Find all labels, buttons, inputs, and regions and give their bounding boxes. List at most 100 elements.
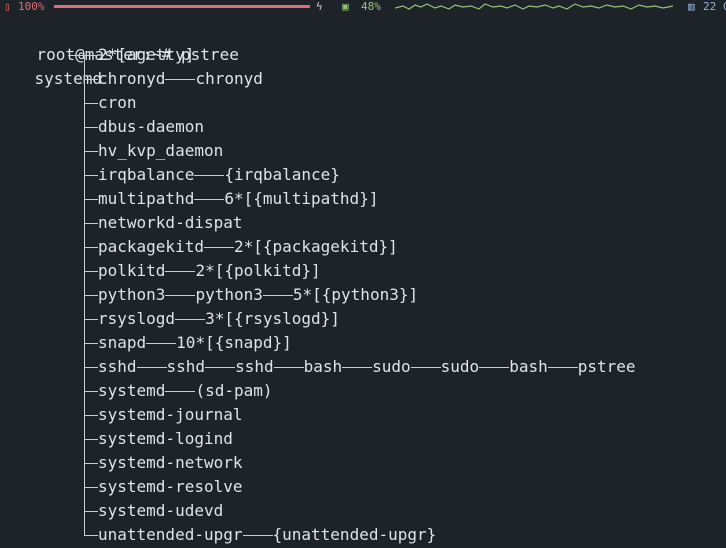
chain-connector: [273, 366, 304, 368]
process-row: systemd-resolve: [84, 475, 243, 499]
branch-connector: [84, 486, 98, 488]
process-name: polkitd: [98, 261, 166, 280]
root-connector: [68, 55, 84, 56]
memory-text: 22 C: [703, 0, 726, 13]
child-process-name: (sd-pam): [195, 381, 273, 400]
child-process-name: chronyd: [195, 69, 263, 88]
branch-connector: [84, 510, 98, 512]
branch-connector: [84, 390, 98, 392]
child-process-name: {irqbalance}: [224, 165, 340, 184]
process-row: dbus-daemon: [84, 115, 204, 139]
process-name: dbus-daemon: [98, 117, 204, 136]
process-row: sshd sshd sshd bash sudo sudo bash pstree: [84, 355, 636, 379]
chain-connector: [146, 342, 177, 344]
branch-connector: [84, 294, 98, 296]
process-row: systemd-network: [84, 451, 243, 475]
process-row: snapd 10*[{snapd}]: [84, 331, 292, 355]
process-row: systemd-journal: [84, 403, 243, 427]
cpu-chip-icon: ▣: [342, 0, 349, 13]
branch-connector: [84, 438, 98, 440]
branch-connector: [84, 150, 98, 152]
child-process-name: {unattended-upgr}: [272, 525, 437, 544]
process-name: unattended-upgr: [98, 525, 243, 544]
child-process-name: python3: [195, 285, 263, 304]
child-process-name: 3*[{rsyslogd}]: [205, 309, 340, 328]
battery-icon: ▯: [4, 0, 11, 13]
process-name: systemd-journal: [98, 405, 243, 424]
chain-connector: [194, 198, 225, 200]
battery-level-fill: [54, 5, 308, 8]
status-bar: ▯ 100% ϟ ▣ 48% ▥ 22 C: [0, 0, 726, 14]
process-row: 2*[agetty]: [84, 43, 194, 67]
battery-percent: 100%: [18, 0, 45, 13]
process-name: cron: [98, 93, 137, 112]
child-process-name: sshd: [235, 357, 274, 376]
child-process-name: sshd: [166, 357, 206, 376]
process-name: multipathd: [98, 189, 195, 208]
process-row: systemd-logind: [84, 427, 233, 451]
process-name: chronyd: [98, 69, 166, 88]
chain-connector: [479, 366, 510, 368]
branch-connector: [84, 270, 98, 272]
branch-connector: [84, 174, 98, 176]
child-process-name: 2*[{polkitd}]: [195, 261, 321, 280]
branch-connector: [84, 54, 98, 56]
branch-connector: [84, 318, 98, 320]
process-name: irqbalance: [98, 165, 195, 184]
chain-connector: [342, 366, 373, 368]
memory-icon: ▥: [688, 0, 695, 13]
process-name: systemd-network: [98, 453, 243, 472]
branch-connector: [84, 534, 98, 536]
branch-connector: [84, 126, 98, 128]
child-process-name: bash: [303, 357, 343, 376]
process-row: chronyd chronyd: [84, 67, 263, 91]
chain-connector: [242, 534, 273, 536]
process-row: cron: [84, 91, 137, 115]
process-row: systemd (sd-pam): [84, 379, 273, 403]
chain-connector: [205, 366, 236, 368]
process-row: rsyslogd 3*[{rsyslogd}]: [84, 307, 340, 331]
process-row: polkitd 2*[{polkitd}]: [84, 259, 321, 283]
child-process-name: sudo: [372, 357, 411, 376]
chain-connector: [203, 246, 234, 248]
child-process-name: 10*[{snapd}]: [176, 333, 292, 352]
cpu-percent: 48%: [361, 0, 381, 13]
process-name: systemd-udevd: [98, 501, 224, 520]
process-name: systemd-logind: [98, 429, 233, 448]
cpu-usage-graph: [395, 3, 673, 10]
lightning-icon: ϟ: [316, 0, 323, 13]
process-name: snapd: [98, 333, 147, 352]
process-row: python3 python3 5*[{python3}]: [84, 283, 418, 307]
chain-connector: [165, 294, 196, 296]
chain-connector: [547, 366, 578, 368]
branch-connector: [84, 414, 98, 416]
child-process-name: pstree: [577, 357, 636, 376]
branch-connector: [84, 102, 98, 104]
process-row: irqbalance {irqbalance}: [84, 163, 340, 187]
branch-connector: [84, 246, 98, 248]
process-name: rsyslogd: [98, 309, 176, 328]
process-name: systemd-resolve: [98, 477, 243, 496]
branch-connector: [84, 198, 98, 200]
process-name: systemd: [98, 381, 166, 400]
chain-connector: [165, 390, 196, 392]
prompt-line: root@master:~# pstree: [0, 19, 239, 64]
process-name: python3: [98, 285, 166, 304]
chain-connector: [175, 318, 206, 320]
process-row: multipathd 6*[{multipathd}]: [84, 187, 378, 211]
process-name: sshd: [98, 357, 137, 376]
branch-connector: [84, 462, 98, 464]
child-process-name: bash: [509, 357, 548, 376]
process-row: systemd-udevd: [84, 499, 223, 523]
process-name: hv_kvp_daemon: [98, 141, 224, 160]
process-row: packagekitd 2*[{packagekitd}]: [84, 235, 398, 259]
chain-connector: [165, 78, 196, 80]
process-name: packagekitd: [98, 237, 204, 256]
process-row: unattended-upgr {unattended-upgr}: [84, 523, 436, 547]
branch-connector: [84, 222, 98, 224]
battery-level-bar: [54, 5, 310, 8]
child-process-name: 2*[{packagekitd}]: [233, 237, 398, 256]
chain-connector: [410, 366, 441, 368]
chain-connector: [165, 270, 196, 272]
branch-connector: [84, 78, 98, 80]
